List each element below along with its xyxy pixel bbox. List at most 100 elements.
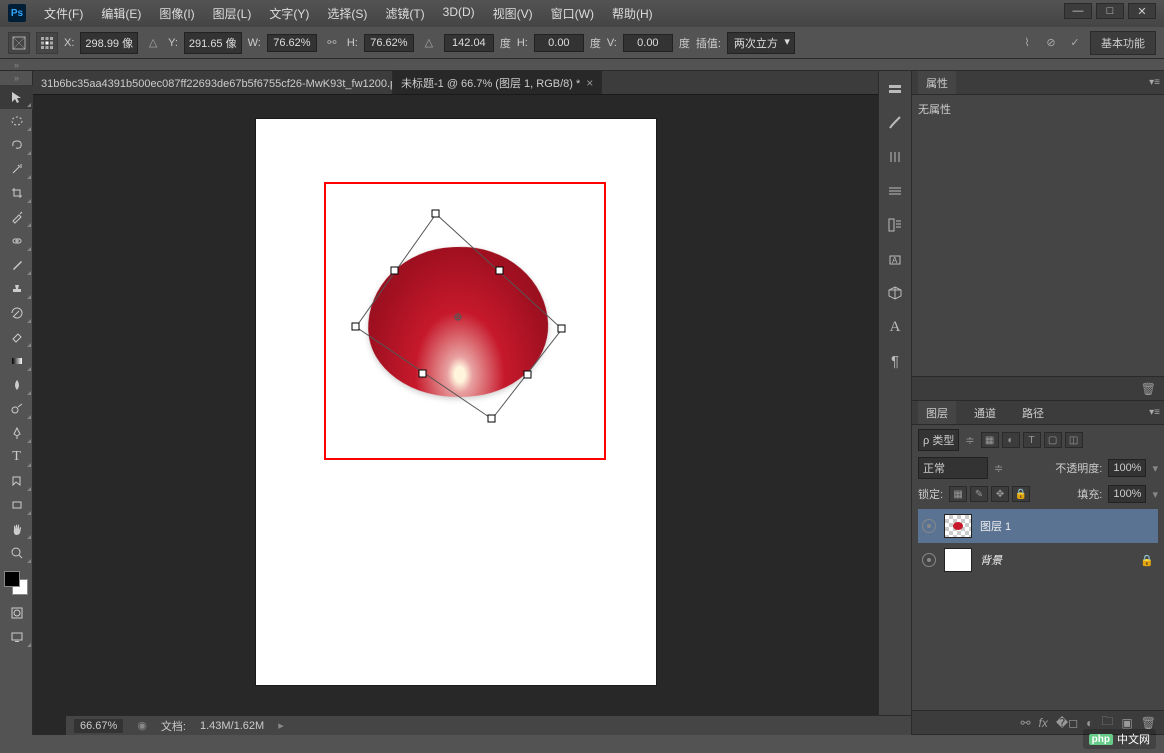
adjustment-layer-icon[interactable]: ◐ [1086,716,1093,730]
tool-gradient[interactable] [0,349,33,373]
status-icon[interactable]: ◉ [137,719,147,732]
opacity-value[interactable]: 100% [1108,459,1146,477]
tool-crop[interactable] [0,181,33,205]
angle-value[interactable]: 142.04 [444,34,494,52]
menu-window[interactable]: 窗口(W) [543,2,602,25]
link-wh-icon[interactable]: ⚯ [323,34,341,52]
layer-name[interactable]: 图层 1 [980,518,1011,534]
panel-icon-paragraph[interactable]: ¶ [884,351,906,371]
fill-value[interactable]: 100% [1108,485,1146,503]
reference-point-icon[interactable] [36,32,58,54]
expand-options-row[interactable]: » [0,59,1164,71]
menu-help[interactable]: 帮助(H) [604,2,661,25]
transform-tool-icon[interactable] [8,32,30,54]
lock-pixels-icon[interactable]: ✎ [970,486,988,502]
panel-icon-character[interactable]: A [884,317,906,337]
tool-heal[interactable] [0,229,33,253]
panel-menu-icon[interactable]: ▾≡ [1149,407,1160,418]
visibility-icon[interactable] [922,553,936,567]
layer-fx-icon[interactable]: fx [1039,716,1048,730]
tool-lasso[interactable] [0,133,33,157]
tool-zoom[interactable] [0,541,33,565]
tool-shape[interactable] [0,493,33,517]
workspace-select[interactable]: 基本功能 [1090,31,1156,55]
expand-tools-icon[interactable]: » [0,71,33,85]
foreground-color[interactable] [4,571,20,587]
panel-icon-swatches[interactable] [884,181,906,201]
transform-handle[interactable] [488,415,495,422]
menu-3d[interactable]: 3D(D) [435,2,483,25]
document-tab-0[interactable]: 31b6bc35aa4391b500ec087ff22693de67b5f675… [33,71,393,94]
close-button[interactable]: ✕ [1128,3,1156,19]
lock-transparent-icon[interactable]: ▦ [949,486,967,502]
panel-icon-brush-presets[interactable] [884,147,906,167]
panel-menu-icon[interactable]: ▾≡ [1149,77,1160,88]
tool-eraser[interactable] [0,325,33,349]
lock-position-icon[interactable]: ✥ [991,486,1009,502]
layer-name[interactable]: 背景 [980,552,1002,568]
tool-wand[interactable] [0,157,33,181]
transform-handle[interactable] [558,325,565,332]
minimize-button[interactable]: — [1064,3,1092,19]
tool-brush[interactable] [0,253,33,277]
tool-pen[interactable] [0,421,33,445]
menu-file[interactable]: 文件(F) [36,2,91,25]
delete-layer-icon[interactable]: 🗑 [1141,716,1156,730]
tab-paths[interactable]: 路径 [1014,401,1052,424]
tool-hand[interactable] [0,517,33,541]
canvas-viewport[interactable] [33,95,878,735]
tool-path-select[interactable] [0,469,33,493]
menu-type[interactable]: 文字(Y) [261,2,317,25]
y-value[interactable]: 291.65 像 [184,32,242,54]
lock-all-icon[interactable]: 🔒 [1012,486,1030,502]
hskew-value[interactable]: 0.00 [534,34,584,52]
tool-blur[interactable] [0,373,33,397]
cancel-transform-icon[interactable]: ⊘ [1042,34,1060,52]
tool-eyedropper[interactable] [0,205,33,229]
interp-select[interactable]: 两次立方 [727,32,795,54]
zoom-value[interactable]: 66.67% [74,719,123,733]
new-layer-icon[interactable]: ▣ [1121,716,1132,730]
tab-layers[interactable]: 图层 [918,401,956,424]
filter-smart-icon[interactable]: ◫ [1065,432,1083,448]
close-icon[interactable]: × [586,76,593,90]
color-swatch[interactable] [4,571,28,595]
tool-history-brush[interactable] [0,301,33,325]
panel-icon-history[interactable] [884,79,906,99]
trash-icon[interactable]: 🗑 [1141,382,1156,396]
filter-type-icon[interactable]: T [1023,432,1041,448]
visibility-icon[interactable] [922,519,936,533]
menu-view[interactable]: 视图(V) [485,2,541,25]
panel-icon-3d[interactable] [884,283,906,303]
filter-pixel-icon[interactable]: ▦ [981,432,999,448]
tab-channels[interactable]: 通道 [966,401,1004,424]
tool-quickmask[interactable] [0,601,33,625]
menu-layer[interactable]: 图层(L) [205,2,260,25]
panel-icon-brush[interactable] [884,113,906,133]
warp-icon[interactable]: ⌇ [1018,34,1036,52]
x-value[interactable]: 298.99 像 [80,32,138,54]
blend-mode-select[interactable]: 正常 [918,457,988,479]
w-value[interactable]: 76.62% [267,34,317,52]
layer-row[interactable]: 图层 1 [918,509,1158,543]
layer-thumbnail[interactable] [944,548,972,572]
tool-stamp[interactable] [0,277,33,301]
transform-handle[interactable] [352,323,359,330]
layer-kind-select[interactable]: ρ 类型 [918,429,959,451]
maximize-button[interactable]: □ [1096,3,1124,19]
document-tab-1[interactable]: 未标题-1 @ 66.7% (图层 1, RGB/8) * × [393,71,602,94]
menu-filter[interactable]: 滤镜(T) [377,2,432,25]
status-menu-icon[interactable]: ▸ [278,719,284,732]
filter-adjust-icon[interactable]: ◐ [1002,432,1020,448]
menu-image[interactable]: 图像(I) [151,2,202,25]
menu-select[interactable]: 选择(S) [319,2,375,25]
tool-dodge[interactable] [0,397,33,421]
commit-transform-icon[interactable]: ✓ [1066,34,1084,52]
swap-xy-icon[interactable]: △ [144,34,162,52]
transform-handle[interactable] [432,210,439,217]
vskew-value[interactable]: 0.00 [623,34,673,52]
menu-edit[interactable]: 编辑(E) [93,2,149,25]
tool-screenmode[interactable] [0,625,33,649]
layer-mask-icon[interactable]: �◻ [1056,716,1078,730]
layer-thumbnail[interactable] [944,514,972,538]
